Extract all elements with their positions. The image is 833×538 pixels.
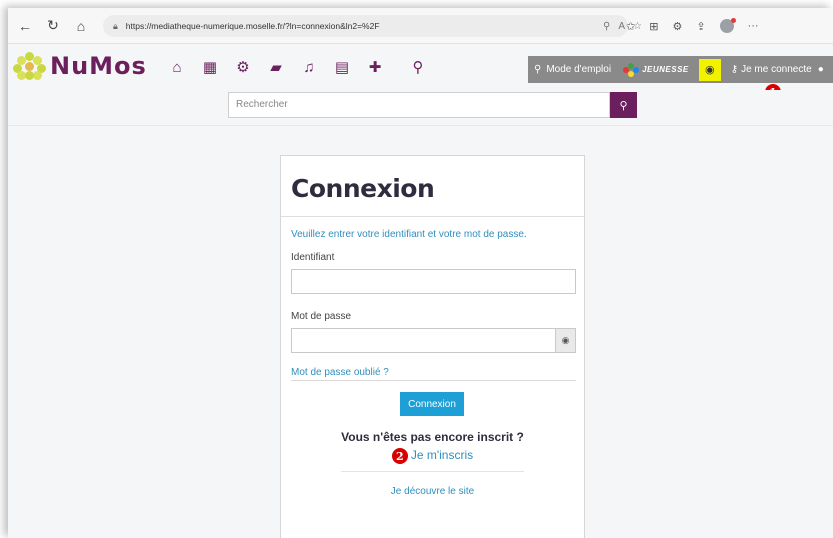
url-text: https://mediatheque-numerique.moselle.fr… (125, 21, 380, 31)
refresh-icon[interactable]: ↻ (42, 15, 64, 37)
book-icon[interactable]: ▰ (267, 58, 285, 76)
annotation-badge-2: 2 (391, 448, 408, 464)
browser-tools: ✩ ⊞ ⚙ ⇪ ··· (626, 15, 759, 37)
site-header: NuMos ⌂ ▦ ⚙ ▰ ♫ ▤ ✚ ⚲ ⚲ Mode d'emploi JE… (8, 44, 833, 100)
mode-emploi-label: Mode d'emploi (546, 64, 612, 75)
search-button[interactable]: ⚲ (610, 92, 637, 118)
gears-icon[interactable]: ⚙ (234, 58, 252, 76)
key-icon[interactable]: ⚲ (603, 21, 610, 32)
register-link[interactable]: Je m'inscris (411, 448, 473, 462)
key-small-icon: ⚷ (730, 64, 739, 75)
profile-avatar-icon[interactable] (719, 18, 736, 33)
newspaper-icon[interactable]: ▤ (333, 58, 351, 76)
search-input[interactable]: Rechercher (228, 92, 610, 118)
login-instructions: Veuillez entrer votre identifiant et vot… (291, 229, 527, 240)
lock-icon: 🔒︎ (113, 20, 118, 31)
user-icon: ● (817, 64, 824, 75)
share-icon[interactable]: ⇪ (696, 20, 705, 33)
login-submit-button[interactable]: Connexion (400, 392, 464, 416)
home-icon[interactable]: ⌂ (70, 15, 92, 37)
password-group: ◉ (291, 328, 576, 353)
main-nav: ⌂ ▦ ⚙ ▰ ♫ ▤ ✚ ⚲ (168, 58, 427, 77)
location-icon[interactable]: ⚲ (409, 58, 427, 76)
eye-small-icon: ◉ (561, 335, 570, 345)
connect-label: Je me connecte (741, 64, 812, 75)
more-icon[interactable]: ··· (748, 20, 759, 32)
top-right-bar: ⚲ Mode d'emploi JEUNESSE ◉ ⚷ Je me conne… (528, 56, 833, 83)
username-field[interactable] (291, 269, 576, 294)
search-small-icon: ⚲ (534, 64, 542, 75)
jeunesse-label: JEUNESSE (642, 65, 689, 74)
forgot-divider (291, 380, 576, 381)
flower-logo-icon (13, 52, 47, 80)
film-icon[interactable]: ▦ (201, 58, 219, 76)
discover-site-link[interactable]: Je découvre le site (281, 486, 584, 497)
collections-icon[interactable]: ⊞ (649, 20, 658, 33)
content-area: Connexion Veuillez entrer votre identifi… (8, 127, 833, 538)
back-icon[interactable]: ← (14, 15, 36, 37)
password-field[interactable] (291, 328, 556, 353)
login-title: Connexion (291, 174, 435, 203)
not-registered-heading: Vous n'êtes pas encore inscrit ? (341, 430, 524, 444)
login-card: Connexion Veuillez entrer votre identifi… (280, 155, 585, 538)
jeunesse-logo-icon (623, 62, 640, 77)
password-label: Mot de passe (291, 311, 352, 322)
logo-text: NuMos (50, 52, 147, 80)
read-aloud-icon[interactable]: A (618, 21, 625, 32)
music-icon[interactable]: ♫ (300, 58, 318, 76)
search-icon: ⚲ (619, 99, 628, 112)
browser-toolbar: ← ↻ ⌂ 🔒︎ https://mediatheque-numerique.m… (8, 8, 833, 44)
address-bar[interactable]: 🔒︎ https://mediatheque-numerique.moselle… (103, 15, 642, 37)
extensions-icon[interactable]: ⚙ (672, 20, 682, 33)
puzzle-icon[interactable]: ✚ (366, 58, 384, 76)
mode-emploi-link[interactable]: ⚲ Mode d'emploi (528, 56, 617, 83)
site-logo[interactable]: NuMos (13, 52, 147, 80)
eye-icon: ◉ (704, 64, 715, 76)
register-divider (341, 471, 524, 472)
favorites-icon[interactable]: ✩ (626, 20, 635, 33)
connect-link[interactable]: ⚷ Je me connecte ● (725, 56, 830, 83)
username-label: Identifiant (291, 252, 335, 263)
register-row: 2 Je m'inscris (281, 448, 584, 464)
jeunesse-link[interactable]: JEUNESSE (617, 56, 695, 83)
forgot-password-link[interactable]: Mot de passe oublié ? (291, 367, 389, 378)
show-password-button[interactable]: ◉ (556, 328, 576, 353)
accessibility-eye-button[interactable]: ◉ (698, 58, 721, 81)
search-row: Rechercher ⚲ (8, 90, 833, 126)
browser-window: ← ↻ ⌂ 🔒︎ https://mediatheque-numerique.m… (8, 8, 833, 538)
title-divider (281, 216, 584, 217)
home-nav-icon[interactable]: ⌂ (168, 58, 186, 76)
